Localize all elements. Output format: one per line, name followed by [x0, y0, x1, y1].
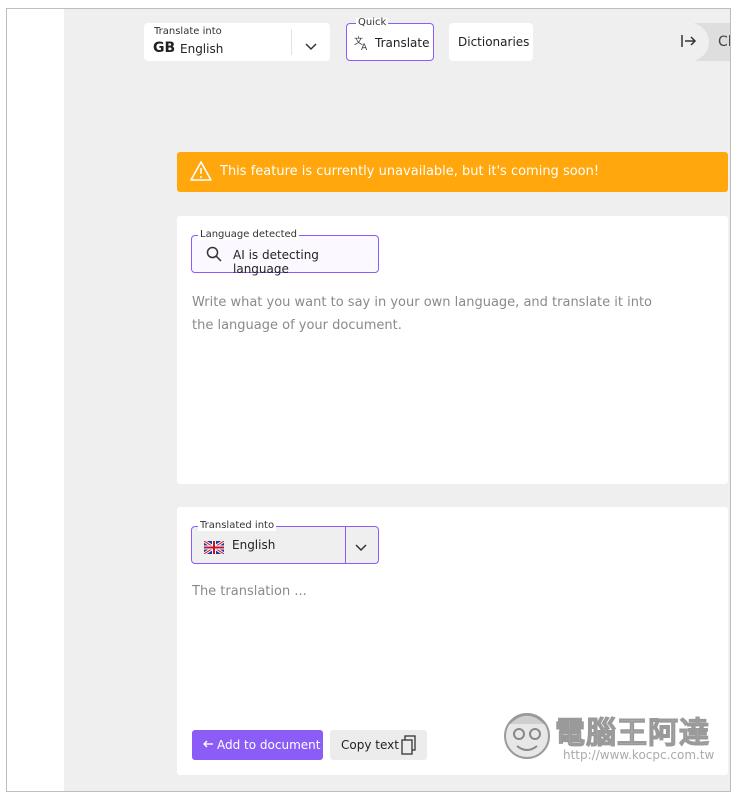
search-icon	[206, 246, 222, 266]
detecting-text: AI is detecting language	[233, 248, 319, 276]
svg-text:A: A	[361, 43, 368, 51]
watermark-title: 電腦王阿達	[555, 716, 710, 752]
left-strip	[7, 9, 64, 791]
translated-into-value: English	[232, 538, 276, 552]
chevron-down-icon[interactable]	[354, 538, 368, 557]
translate-label: Translate	[375, 36, 430, 50]
app-frame: Translate into GB English Quick 文 A Tran…	[6, 8, 731, 792]
translate-panel: Translate into GB English Quick 文 A Tran…	[64, 9, 730, 791]
translate-icon: 文 A	[354, 35, 370, 55]
copy-icon	[401, 735, 417, 758]
language-detected-label: Language detected	[198, 229, 300, 240]
dictionaries-button[interactable]: Dictionaries	[449, 23, 533, 61]
translate-into-select[interactable]: Translate into GB English	[144, 23, 330, 61]
close-label: Close	[718, 34, 731, 50]
source-card: Language detected AI is detecting langua…	[177, 216, 728, 484]
translated-into-label: Translated into	[198, 520, 277, 531]
translate-into-label: Translate into	[154, 26, 222, 37]
translation-output: The translation ...	[192, 584, 307, 599]
language-detected-field[interactable]: Language detected AI is detecting langua…	[191, 230, 379, 276]
quick-translate-button[interactable]: Quick 文 A Translate	[346, 18, 434, 61]
translate-into-value: English	[180, 42, 224, 56]
unavailable-banner: This feature is currently unavailable, b…	[177, 152, 728, 192]
language-code: GB	[153, 40, 176, 56]
arrow-left-icon	[202, 737, 214, 754]
collapse-arrow-icon	[679, 23, 709, 61]
add-to-document-label: Add to document	[217, 738, 321, 752]
copy-text-label: Copy text	[341, 738, 399, 752]
uk-flag-icon	[203, 539, 225, 558]
source-text-input[interactable]: Write what you want to say in your own l…	[192, 291, 672, 337]
translated-into-select[interactable]: Translated into English	[191, 521, 379, 564]
close-button[interactable]: Close	[679, 23, 731, 61]
divider	[291, 29, 292, 55]
copy-text-button[interactable]: Copy text	[330, 730, 427, 760]
banner-message: This feature is currently unavailable, b…	[220, 164, 600, 179]
divider	[345, 527, 346, 563]
dictionaries-label: Dictionaries	[458, 35, 530, 49]
watermark-url: http://www.kocpc.com.tw	[563, 748, 715, 762]
watermark: 電腦王阿達 http://www.kocpc.com.tw	[499, 704, 729, 768]
chevron-down-icon[interactable]	[304, 37, 318, 56]
add-to-document-button[interactable]: Add to document	[192, 730, 323, 760]
quick-label: Quick	[356, 17, 389, 28]
warning-icon	[189, 160, 213, 186]
